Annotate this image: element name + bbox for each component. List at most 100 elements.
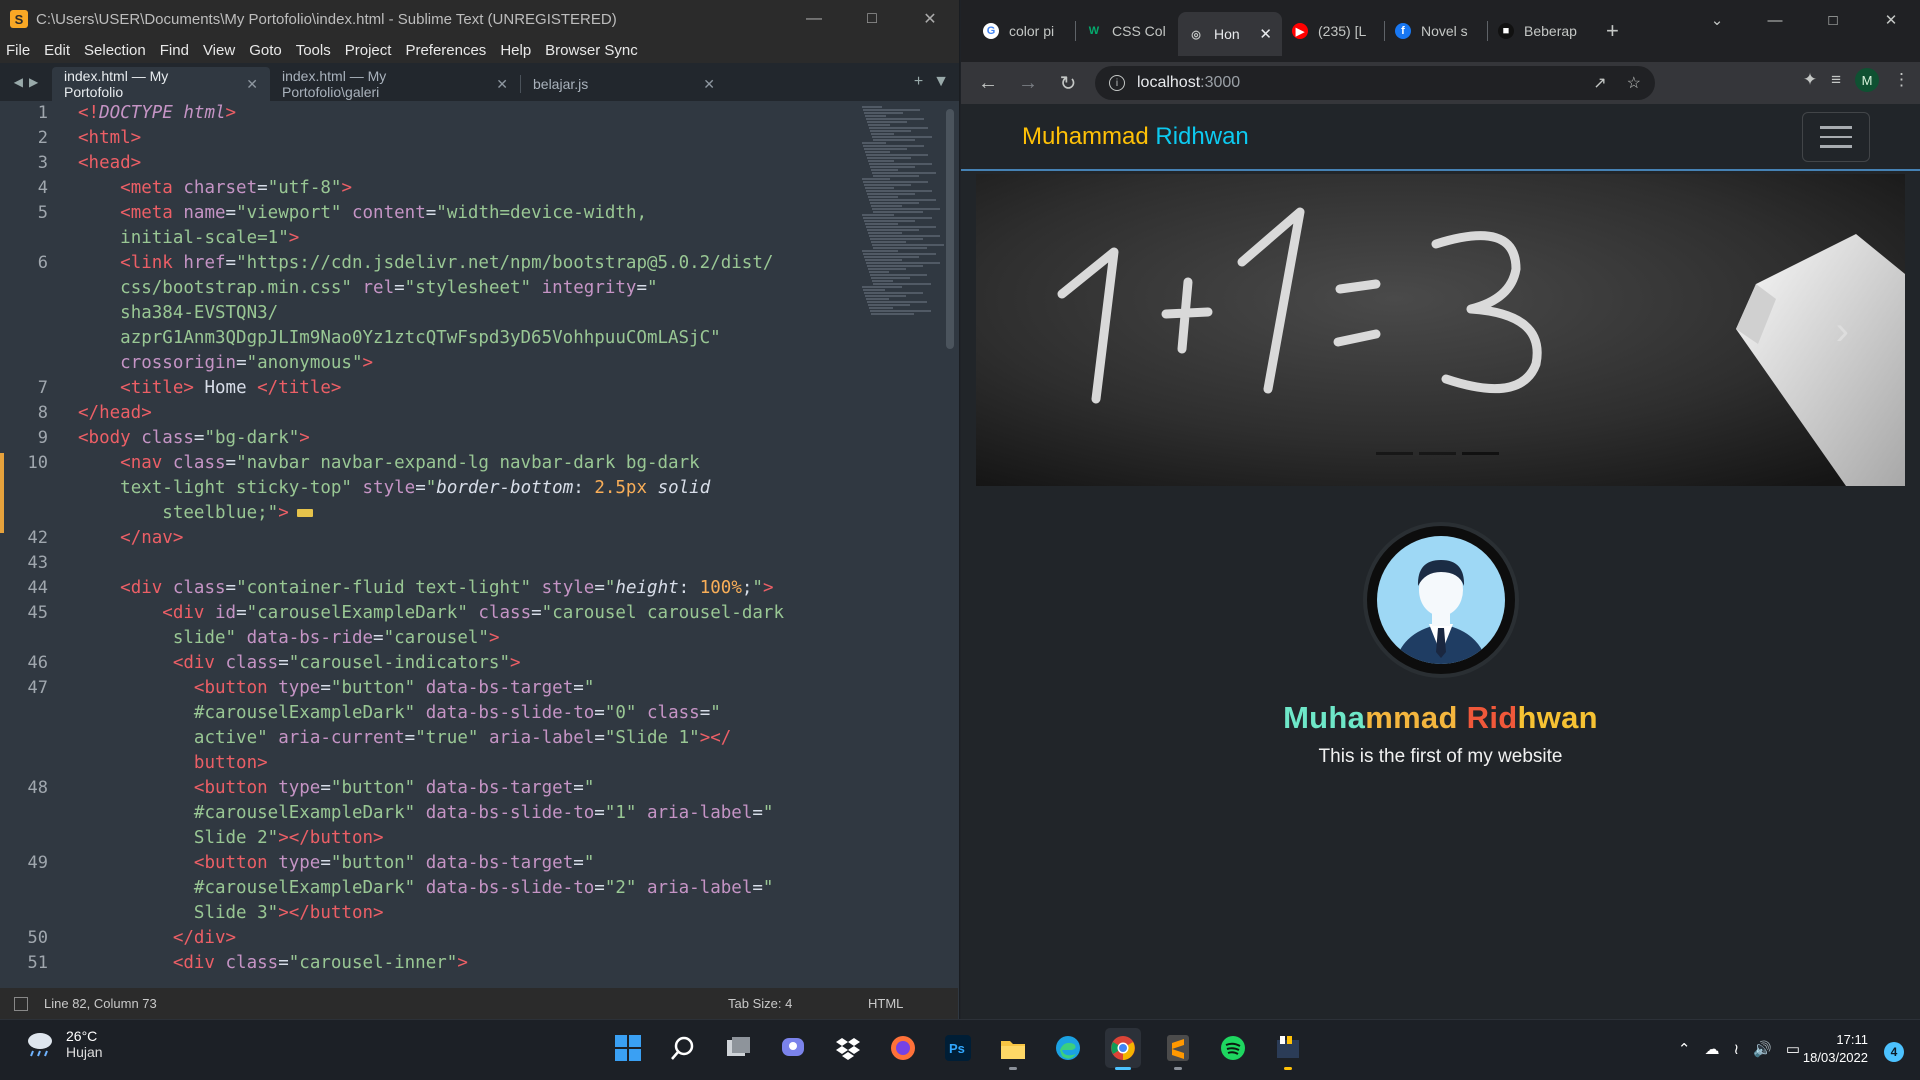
tab-belajar-js[interactable]: belajar.js ✕	[521, 67, 727, 101]
code-line[interactable]: <meta charset="utf-8">	[78, 176, 352, 201]
menu-item-preferences[interactable]: Preferences	[405, 42, 486, 59]
code-line[interactable]: <body class="bg-dark">	[78, 426, 310, 451]
menu-item-view[interactable]: View	[203, 42, 235, 59]
maximize-button[interactable]: □	[843, 0, 901, 38]
close-button[interactable]: ✕	[901, 0, 959, 38]
chrome-menu-icon[interactable]: ⋮	[1893, 70, 1910, 90]
code-line[interactable]: <button type="button" data-bs-target="	[78, 851, 594, 876]
code-line[interactable]: <link href="https://cdn.jsdelivr.net/npm…	[78, 251, 773, 276]
minimize-button[interactable]: —	[785, 0, 843, 38]
carousel-indicator-1[interactable]	[1376, 452, 1413, 455]
back-button[interactable]: ←	[975, 70, 1001, 96]
start-icon[interactable]	[610, 1028, 646, 1068]
chat-icon[interactable]	[775, 1028, 811, 1068]
code-line[interactable]: <html>	[78, 126, 141, 151]
tab-left-arrow-icon[interactable]: ◀	[14, 75, 23, 89]
minimize-button[interactable]: —	[1746, 0, 1804, 40]
code-line[interactable]: #carouselExampleDark" data-bs-slide-to="…	[78, 701, 721, 726]
wifi-icon[interactable]: ≀	[1734, 1040, 1740, 1058]
cursor-position[interactable]: Line 82, Column 73	[44, 996, 157, 1011]
code-line[interactable]: </div>	[78, 926, 236, 951]
onedrive-icon[interactable]: ☁	[1705, 1040, 1720, 1058]
site-info-icon[interactable]: i	[1109, 75, 1125, 91]
browser-tab[interactable]: ▶ (235) [L	[1282, 12, 1384, 50]
share-icon[interactable]: ↗	[1593, 73, 1606, 93]
battery-icon[interactable]: ▭	[1786, 1040, 1800, 1058]
menu-item-tools[interactable]: Tools	[296, 42, 331, 59]
profile-avatar[interactable]: M	[1855, 68, 1879, 92]
code-line[interactable]: slide" data-bs-ride="carousel">	[78, 626, 500, 651]
tab-galeri-index-html[interactable]: index.html — My Portofolio\galeri ✕	[270, 67, 520, 101]
menu-item-help[interactable]: Help	[500, 42, 531, 59]
reading-list-icon[interactable]: ≡	[1831, 70, 1841, 90]
carousel-next-icon[interactable]: ›	[1836, 309, 1849, 354]
browser-tab[interactable]: Gcolor pi	[973, 12, 1075, 50]
maximize-button[interactable]: □	[1804, 0, 1862, 40]
carousel-indicator-2[interactable]	[1419, 452, 1456, 455]
carousel[interactable]: ›	[976, 174, 1905, 486]
menu-item-find[interactable]: Find	[160, 42, 189, 59]
show-hidden-icons-icon[interactable]: ⌃	[1678, 1040, 1691, 1058]
code-line[interactable]: <head>	[78, 151, 141, 176]
file-explorer-icon[interactable]	[995, 1028, 1031, 1070]
code-line[interactable]: Slide 2"></button>	[78, 826, 384, 851]
minimap[interactable]	[862, 105, 944, 345]
code-line[interactable]: button>	[78, 751, 268, 776]
edge-icon[interactable]	[1050, 1028, 1086, 1068]
code-line[interactable]: <div id="carouselExampleDark" class="car…	[78, 601, 784, 626]
media-app-icon[interactable]	[1270, 1028, 1306, 1070]
chrome-icon[interactable]	[1105, 1028, 1141, 1070]
code-line[interactable]: #carouselExampleDark" data-bs-slide-to="…	[78, 876, 774, 901]
spotify-icon[interactable]	[1215, 1028, 1251, 1068]
new-tab-icon[interactable]: +	[914, 73, 923, 91]
tab-right-arrow-icon[interactable]: ▶	[29, 75, 38, 89]
clock[interactable]: 17:11 18/03/2022	[1803, 1031, 1868, 1067]
close-button[interactable]: ✕	[1862, 0, 1920, 40]
code-line[interactable]: <button type="button" data-bs-target="	[78, 676, 594, 701]
panel-toggle-icon[interactable]	[14, 996, 28, 1011]
code-line[interactable]: Slide 3"></button>	[78, 901, 384, 926]
firefox-icon[interactable]	[885, 1028, 921, 1068]
extensions-icon[interactable]: ✦	[1803, 70, 1817, 90]
menu-item-project[interactable]: Project	[345, 42, 392, 59]
code-line[interactable]: active" aria-current="true" aria-label="…	[78, 726, 731, 751]
forward-button[interactable]: →	[1015, 70, 1041, 96]
code-line[interactable]: crossorigin="anonymous">	[78, 351, 373, 376]
reload-button[interactable]: ↻	[1055, 70, 1081, 96]
syntax-mode[interactable]: HTML	[868, 996, 903, 1011]
tab-dropdown-icon[interactable]: ▼	[933, 73, 949, 91]
code-line[interactable]: <div class="container-fluid text-light" …	[78, 576, 773, 601]
close-tab-icon[interactable]: ✕	[703, 76, 715, 93]
code-line[interactable]: <div class="carousel-inner">	[78, 951, 468, 976]
code-line[interactable]: sha384-EVSTQN3/	[78, 301, 278, 326]
menu-item-goto[interactable]: Goto	[249, 42, 282, 59]
search-icon[interactable]	[665, 1028, 701, 1068]
code-line[interactable]: <div class="carousel-indicators">	[78, 651, 521, 676]
notification-badge[interactable]: 4	[1884, 1042, 1904, 1062]
code-line[interactable]: azprG1Anm3QDgpJLIm9Nao0Yz1ztcQTwFspd3yD6…	[78, 326, 721, 351]
code-line[interactable]: <title> Home </title>	[78, 376, 341, 401]
code-line[interactable]: text-light sticky-top" style="border-bot…	[78, 476, 710, 501]
code-line[interactable]: <nav class="navbar navbar-expand-lg navb…	[78, 451, 700, 476]
address-bar[interactable]: i localhost:3000 ↗ ☆	[1095, 66, 1655, 100]
sublime-text-icon[interactable]	[1160, 1028, 1196, 1070]
navbar-toggler-button[interactable]	[1802, 112, 1870, 162]
browser-tab[interactable]: ■ Beberap	[1488, 12, 1590, 50]
menu-item-edit[interactable]: Edit	[44, 42, 70, 59]
menu-item-file[interactable]: File	[6, 42, 30, 59]
menu-item-browser-sync[interactable]: Browser Sync	[545, 42, 638, 59]
code-line[interactable]: css/bootstrap.min.css" rel="stylesheet" …	[78, 276, 657, 301]
code-line[interactable]: </head>	[78, 401, 152, 426]
new-tab-button[interactable]: +	[1606, 18, 1619, 44]
tab-index-html[interactable]: index.html — My Portofolio ✕	[52, 67, 270, 101]
navbar-brand[interactable]: Muhammad Ridhwan	[1022, 123, 1249, 151]
vertical-scrollbar[interactable]	[946, 109, 954, 349]
browser-tab[interactable]: f Novel s	[1385, 12, 1487, 50]
fold-marker-icon[interactable]	[296, 509, 313, 517]
code-editor[interactable]: 1 2 3 4 5 6 7 8 9 10 42 43 44 45 46 47 48 49 50 51 <!DOCTYP…	[0, 101, 958, 988]
close-tab-icon[interactable]: ✕	[496, 76, 508, 93]
menu-item-selection[interactable]: Selection	[84, 42, 146, 59]
weather-widget[interactable]: 26°C Hujan	[24, 1028, 103, 1060]
dropbox-icon[interactable]	[830, 1028, 866, 1068]
close-tab-icon[interactable]: ✕	[246, 76, 258, 93]
